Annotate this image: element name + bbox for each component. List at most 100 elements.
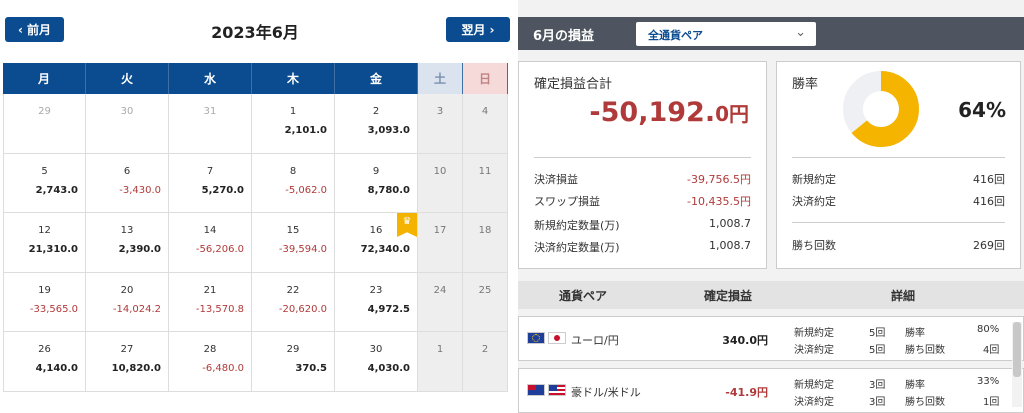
day-pl-value: 370.5 — [295, 363, 327, 374]
day-number: 1 — [289, 106, 297, 117]
weekday-0: 月 — [3, 63, 86, 94]
calendar-day[interactable]: 17 — [418, 213, 463, 272]
pl-row: 決済約定数量(万) 1,008.7 — [534, 239, 751, 255]
calendar-day[interactable]: 18 — [463, 213, 508, 272]
prev-month-button[interactable]: ‹ 前月 — [5, 17, 64, 42]
pl-row: 新規約定数量(万) 1,008.7 — [534, 217, 751, 233]
calendar-day[interactable]: 3 — [418, 94, 463, 153]
calendar-day[interactable]: 29 370.5 — [252, 332, 335, 391]
eu-flag-icon — [527, 332, 545, 344]
pl-total-main: -50,192. — [589, 97, 716, 128]
calendar-day[interactable]: 9 8,780.0 — [335, 153, 418, 212]
day-pl-value: 4,140.0 — [35, 363, 78, 374]
calendar-day[interactable]: 20 -14,024.2 — [86, 272, 169, 331]
day-number: 2 — [372, 106, 380, 117]
win-row: 新規約定 416回 — [792, 171, 1005, 187]
calendar-day[interactable]: 30 4,030.0 — [335, 332, 418, 391]
day-pl-value: 4,030.0 — [367, 363, 410, 374]
day-pl-value: -56,206.0 — [195, 244, 244, 255]
new-count: 3回 — [869, 380, 886, 391]
settle-label: 決済約定 — [794, 345, 834, 356]
calendar-day[interactable]: 16 72,340.0 ♛ — [335, 213, 418, 272]
currency-pair-select[interactable]: 全通貨ペア ⌄ — [636, 22, 816, 46]
calendar-day[interactable]: 22 -20,620.0 — [252, 272, 335, 331]
calendar-day[interactable]: 8 -5,062.0 — [252, 153, 335, 212]
calendar-day[interactable]: 23 4,972.5 — [335, 272, 418, 331]
weekday-5: 土 — [418, 63, 463, 94]
wins-label: 勝ち回数 — [905, 397, 945, 408]
day-number: 14 — [203, 225, 217, 236]
new-label: 新規約定 — [794, 328, 834, 339]
day-pl-value: -13,570.8 — [195, 303, 244, 315]
calendar-week: 19 -33,565.0 20 -14,024.2 21 -13,570.8 22 -20,6… — [3, 272, 508, 332]
calendar-day[interactable]: 1 2,101.0 — [252, 94, 335, 153]
calendar-day[interactable]: 30 — [86, 94, 169, 153]
calendar-day[interactable]: 2 3,093.0 — [335, 94, 418, 153]
calendar-grid: 月火水木金土日 29 30 31 1 2,101.0 2 3,093.0 3 4 5 2,743.0… — [3, 63, 508, 392]
win-row-value: 416回 — [973, 173, 1005, 186]
calendar-day[interactable]: 15 -39,594.0 — [252, 213, 335, 272]
calendar-day[interactable]: 11 — [463, 153, 508, 212]
day-number: 1 — [436, 344, 444, 355]
calendar-day[interactable]: 25 — [463, 272, 508, 331]
calendar-day[interactable]: 6 -3,430.0 — [86, 153, 169, 212]
win-row-label: 決済約定 — [792, 195, 836, 208]
weekday-3: 木 — [252, 63, 335, 94]
pair-row[interactable]: ユーロ/円 340.0円 新規約定 5回 勝率 80% 決済約定 5回 勝ち回数 4回 — [518, 316, 1024, 361]
calendar-day[interactable]: 24 — [418, 272, 463, 331]
pair-pl: 340.0円 — [722, 334, 768, 347]
calendar-day[interactable]: 28 -6,480.0 — [169, 332, 252, 391]
win-label: 勝率 — [905, 328, 925, 339]
pair-name: ユーロ/円 — [571, 334, 619, 347]
day-number: 23 — [369, 284, 383, 296]
pl-row-value: -10,435.5円 — [687, 195, 751, 208]
calendar-day[interactable]: 7 5,270.0 — [169, 153, 252, 212]
month-title: 2023年6月 — [211, 23, 299, 42]
next-month-button[interactable]: 翌月 › — [446, 17, 510, 42]
prev-month-label: 前月 — [26, 23, 51, 37]
scrollbar-thumb[interactable] — [1013, 322, 1021, 377]
day-number: 5 — [41, 165, 48, 177]
calendar-day[interactable]: 12 21,310.0 — [3, 213, 86, 272]
currency-pair-select-value: 全通貨ペア — [648, 29, 703, 42]
calendar-day[interactable]: 10 — [418, 153, 463, 212]
col-pair: 通貨ペア — [558, 288, 607, 303]
calendar-day[interactable]: 4 — [463, 94, 508, 153]
day-number: 10 — [433, 165, 447, 177]
calendar-day[interactable]: 21 -13,570.8 — [169, 272, 252, 331]
calendar-day[interactable]: 19 -33,565.0 — [3, 272, 86, 331]
pair-name: 豪ドル/米ドル — [571, 386, 641, 399]
pair-flags — [527, 332, 566, 344]
calendar-day[interactable]: 1 — [418, 332, 463, 391]
day-pl-value: -39,594.0 — [278, 244, 327, 255]
day-pl-value: 2,101.0 — [284, 125, 327, 136]
win-row: 決済約定 416回 — [792, 193, 1005, 209]
day-number: 22 — [286, 284, 300, 296]
calendar-day[interactable]: 14 -56,206.0 — [169, 213, 252, 272]
scrollbar[interactable] — [1012, 322, 1022, 407]
calendar-day[interactable]: 29 — [3, 94, 86, 153]
chevron-down-icon: ⌄ — [795, 25, 806, 40]
calendar-day[interactable]: 5 2,743.0 — [3, 153, 86, 212]
calendar-day[interactable]: 2 — [463, 332, 508, 391]
pl-row-label: 新規約定数量(万) — [534, 219, 620, 232]
summary-header: 6月の損益 全通貨ペア ⌄ — [518, 17, 1024, 50]
pl-total-decimal: 0円 — [715, 102, 749, 126]
calendar-day[interactable]: 13 2,390.0 — [86, 213, 169, 272]
settle-count: 3回 — [869, 397, 886, 408]
day-number: 13 — [120, 225, 134, 236]
summary-title: 6月の損益 — [533, 29, 595, 44]
wins-value: 4回 — [983, 345, 1000, 356]
pl-row: 決済損益 -39,756.5円 — [534, 171, 751, 187]
weekday-1: 火 — [86, 63, 169, 94]
day-number: 8 — [289, 165, 297, 177]
day-number: 6 — [123, 165, 131, 177]
pair-row[interactable]: 豪ドル/米ドル -41.9円 新規約定 3回 勝率 33% 決済約定 3回 勝ち回数 1回 — [518, 368, 1024, 413]
weekday-2: 水 — [169, 63, 252, 94]
calendar-day[interactable]: 31 — [169, 94, 252, 153]
day-number: 24 — [433, 284, 447, 296]
wins-label: 勝ち回数 — [905, 345, 945, 356]
pl-row-value: -39,756.5円 — [687, 173, 751, 186]
calendar-day[interactable]: 26 4,140.0 — [3, 332, 86, 391]
calendar-day[interactable]: 27 10,820.0 — [86, 332, 169, 391]
